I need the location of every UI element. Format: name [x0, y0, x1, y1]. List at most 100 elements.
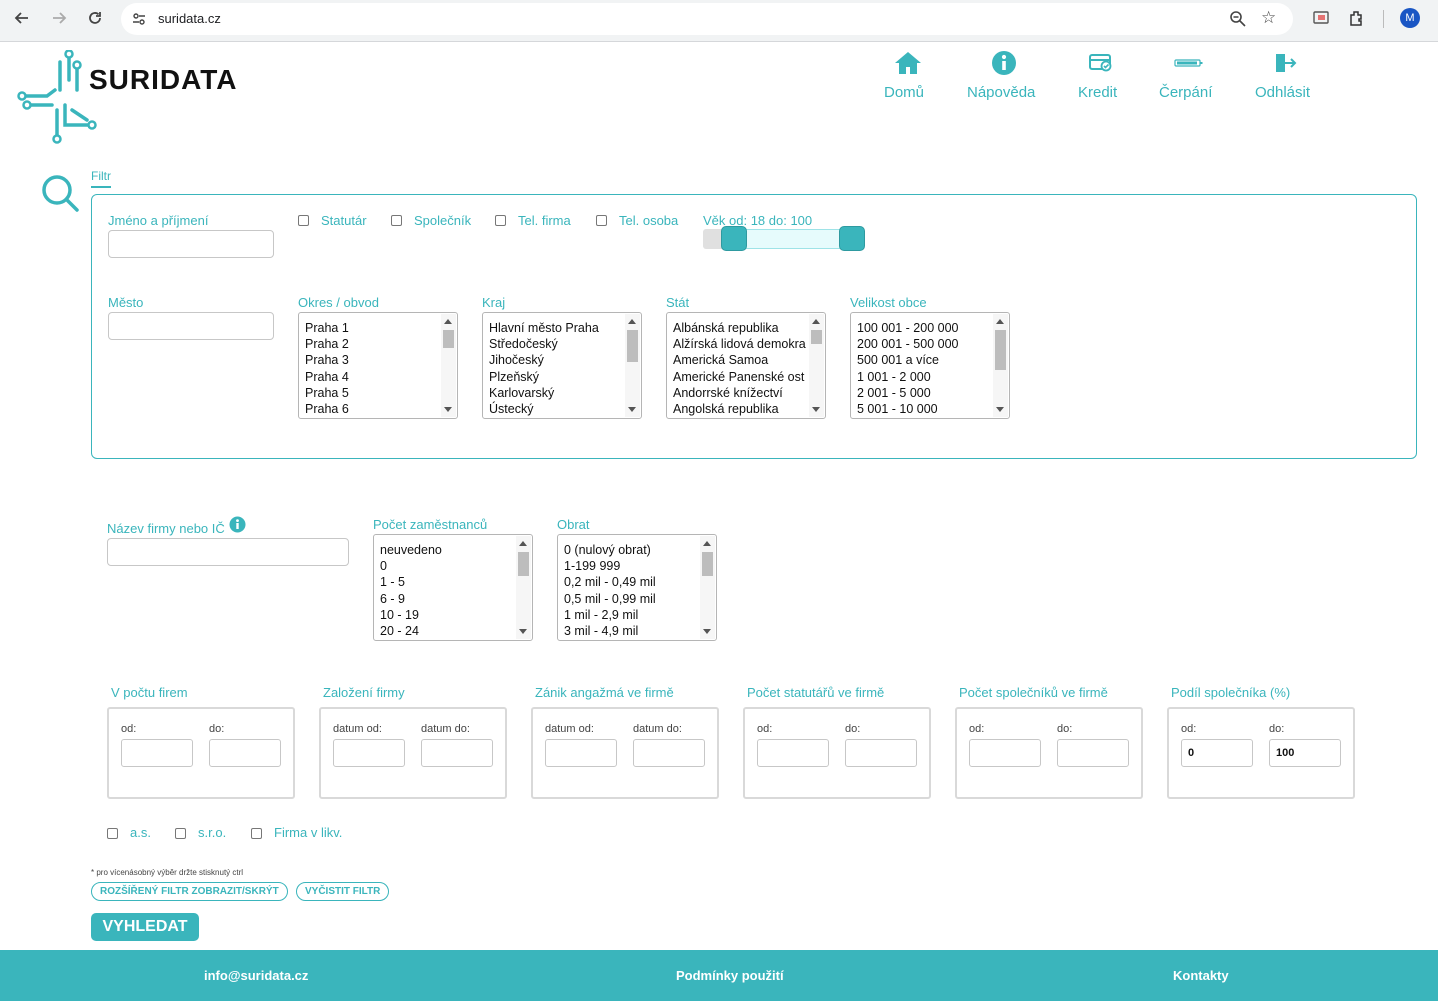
- checkbox-tel-firma[interactable]: [495, 215, 506, 226]
- list-item[interactable]: Jihočeský: [489, 352, 623, 368]
- municipality-size-listbox[interactable]: 100 001 - 200 000 200 001 - 500 000 500 …: [850, 312, 1010, 419]
- list-item[interactable]: Plzeňský: [489, 369, 623, 385]
- range-from-input[interactable]: [757, 739, 829, 767]
- list-item[interactable]: 1 - 5: [380, 574, 514, 590]
- turnover-listbox[interactable]: 0 (nulový obrat) 1-199 999 0,2 mil - 0,4…: [557, 534, 717, 641]
- range-from-input[interactable]: [969, 739, 1041, 767]
- checkbox-spolecnik[interactable]: [391, 215, 402, 226]
- range-to-input[interactable]: [421, 739, 493, 767]
- nav-credit[interactable]: Kredit: [1078, 48, 1124, 101]
- checkbox-liquidation[interactable]: [251, 828, 262, 839]
- scrollbar[interactable]: [625, 314, 640, 417]
- bookmark-star-icon[interactable]: ☆: [1261, 8, 1276, 28]
- list-item[interactable]: Andorrské knížectví: [673, 385, 807, 401]
- profile-avatar[interactable]: M: [1400, 8, 1420, 28]
- list-item[interactable]: Praha 6: [305, 401, 439, 417]
- reload-icon[interactable]: [87, 10, 103, 31]
- list-item[interactable]: 0,5 mil - 0,99 mil: [564, 591, 698, 607]
- list-item[interactable]: Středočeský: [489, 336, 623, 352]
- toggle-extended-filter-button[interactable]: ROZŠÍŘENÝ FILTR ZOBRAZIT/SKRÝT: [91, 882, 288, 901]
- list-item[interactable]: 100 001 - 200 000: [857, 320, 991, 336]
- list-item[interactable]: 10 - 19: [380, 607, 514, 623]
- footer-email-link[interactable]: info@suridata.cz: [204, 968, 308, 983]
- range-from-input[interactable]: [121, 739, 193, 767]
- list-item[interactable]: Praha 2: [305, 336, 439, 352]
- cast-icon[interactable]: [1312, 9, 1330, 32]
- list-item[interactable]: 200 001 - 500 000: [857, 336, 991, 352]
- address-bar[interactable]: suridata.cz ☆: [121, 3, 1293, 35]
- list-item[interactable]: 3 mil - 4,9 mil: [564, 623, 698, 639]
- list-item[interactable]: 1 mil - 2,9 mil: [564, 607, 698, 623]
- list-item[interactable]: Alžírská lidová demokra: [673, 336, 807, 352]
- nav-home[interactable]: Domů: [884, 48, 932, 101]
- forward-arrow-icon[interactable]: [51, 10, 67, 31]
- nav-logout[interactable]: Odhlásit: [1255, 48, 1315, 101]
- logo-text[interactable]: SURIDATA: [89, 64, 238, 96]
- list-item[interactable]: Praha 1: [305, 320, 439, 336]
- range-from-input[interactable]: [333, 739, 405, 767]
- list-item[interactable]: Americká Samoa: [673, 352, 807, 368]
- info-icon[interactable]: [229, 516, 246, 538]
- list-item[interactable]: Angolská republika: [673, 401, 807, 417]
- district-listbox[interactable]: Praha 1 Praha 2 Praha 3 Praha 4 Praha 5 …: [298, 312, 458, 419]
- list-item[interactable]: 5 001 - 10 000: [857, 401, 991, 417]
- region-listbox[interactable]: Hlavní město Praha Středočeský Jihočeský…: [482, 312, 642, 419]
- list-item[interactable]: 20 - 24: [380, 623, 514, 639]
- list-item[interactable]: 1-199 999: [564, 558, 698, 574]
- list-item[interactable]: Hlavní město Praha: [489, 320, 623, 336]
- range-to-input[interactable]: [209, 739, 281, 767]
- list-item[interactable]: 6 - 9: [380, 591, 514, 607]
- list-item[interactable]: 2 001 - 5 000: [857, 385, 991, 401]
- range-to-input[interactable]: [1057, 739, 1129, 767]
- list-item[interactable]: neuvedeno: [380, 542, 514, 558]
- checkbox-tel-osoba[interactable]: [596, 215, 607, 226]
- search-button[interactable]: VYHLEDAT: [91, 913, 199, 941]
- scrollbar[interactable]: [441, 314, 456, 417]
- range-to-input[interactable]: [845, 739, 917, 767]
- footer-contacts-link[interactable]: Kontakty: [1173, 968, 1229, 983]
- country-listbox[interactable]: Albánská republika Alžírská lidová demok…: [666, 312, 826, 419]
- list-item[interactable]: Americké Panenské ost: [673, 369, 807, 385]
- company-name-input[interactable]: [107, 538, 349, 566]
- checkbox-sro[interactable]: [175, 828, 186, 839]
- back-arrow-icon[interactable]: [14, 10, 30, 31]
- zoom-icon[interactable]: [1229, 10, 1246, 32]
- tab-filter[interactable]: Filtr: [91, 169, 111, 188]
- range-from-input[interactable]: 0: [1181, 739, 1253, 767]
- nav-help[interactable]: Nápověda: [967, 48, 1041, 101]
- list-item[interactable]: 0 (nulový obrat): [564, 542, 698, 558]
- clear-filter-button[interactable]: VYČISTIT FILTR: [296, 882, 390, 901]
- site-settings-icon[interactable]: [131, 11, 147, 27]
- scrollbar[interactable]: [993, 314, 1008, 417]
- scrollbar[interactable]: [516, 536, 531, 639]
- url-text[interactable]: suridata.cz: [158, 11, 221, 26]
- list-item[interactable]: Praha 3: [305, 352, 439, 368]
- range-ended-box: datum od: datum do:: [531, 707, 719, 799]
- range-statutory-box: od: do:: [743, 707, 931, 799]
- list-item[interactable]: Albánská republika: [673, 320, 807, 336]
- list-item[interactable]: Praha 5: [305, 385, 439, 401]
- list-item[interactable]: 0: [380, 558, 514, 574]
- name-input[interactable]: [108, 230, 274, 258]
- list-item[interactable]: 1 001 - 2 000: [857, 369, 991, 385]
- scrollbar[interactable]: [809, 314, 824, 417]
- nav-usage[interactable]: Čerpání: [1159, 48, 1219, 101]
- list-item[interactable]: Karlovarský: [489, 385, 623, 401]
- range-to-input[interactable]: [633, 739, 705, 767]
- range-to-input[interactable]: 100: [1269, 739, 1341, 767]
- city-input[interactable]: [108, 312, 274, 340]
- list-item[interactable]: 0,2 mil - 0,49 mil: [564, 574, 698, 590]
- employees-listbox[interactable]: neuvedeno 0 1 - 5 6 - 9 10 - 19 20 - 24: [373, 534, 533, 641]
- list-item[interactable]: Ústecký: [489, 401, 623, 417]
- checkbox-statutar[interactable]: [298, 215, 309, 226]
- extensions-icon[interactable]: [1348, 9, 1366, 32]
- footer-terms-link[interactable]: Podmínky použití: [676, 968, 784, 983]
- range-to-label: do:: [209, 723, 225, 735]
- age-slider-handle-to[interactable]: [839, 226, 865, 251]
- list-item[interactable]: Praha 4: [305, 369, 439, 385]
- scrollbar[interactable]: [700, 536, 715, 639]
- list-item[interactable]: 500 001 a více: [857, 352, 991, 368]
- range-from-input[interactable]: [545, 739, 617, 767]
- checkbox-as[interactable]: [107, 828, 118, 839]
- age-slider-handle-from[interactable]: [721, 226, 747, 251]
